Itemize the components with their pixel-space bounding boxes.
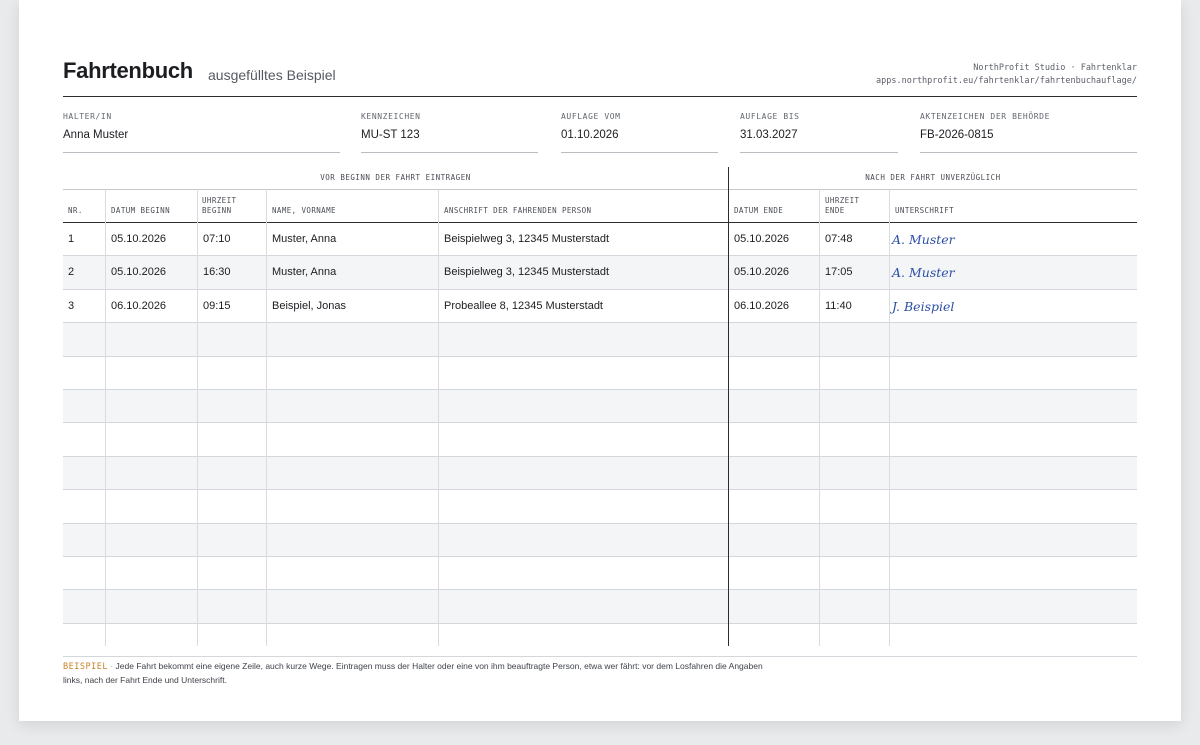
col-uhrzeit-ende-line1: UHRZEIT	[825, 196, 860, 205]
group-header-before: VOR BEGINN DER FAHRT EINTRAGEN	[63, 167, 728, 190]
cell-uhrzeit-beginn[interactable]: 16:30	[203, 256, 231, 288]
table-row	[63, 557, 1137, 591]
cell-nr[interactable]: 2	[68, 256, 74, 288]
field-value: 31.03.2027	[740, 129, 798, 141]
column-divider	[266, 189, 267, 647]
cell-datum-beginn[interactable]: 05.10.2026	[111, 223, 166, 255]
col-datum-beginn: DATUM BEGINN	[111, 206, 170, 215]
cell-anschrift[interactable]: Beispielweg 3, 12345 Musterstadt	[444, 256, 609, 288]
page-subtitle: ausgefülltes Beispiel	[208, 67, 336, 83]
cell-name[interactable]: Muster, Anna	[272, 256, 336, 288]
cell-name[interactable]: Beispiel, Jonas	[272, 290, 346, 322]
cell-datum-ende[interactable]: 06.10.2026	[734, 290, 789, 322]
field-value: FB-2026-0815	[920, 129, 994, 141]
field-auflage-vom[interactable]: AUFLAGE VOM 01.10.2026	[561, 112, 718, 153]
table-row	[63, 357, 1137, 390]
table-row	[63, 323, 1137, 357]
field-label: AUFLAGE BIS	[740, 112, 800, 121]
example-tag: BEISPIEL	[63, 662, 108, 672]
col-anschrift: ANSCHRIFT DER FAHRENDEN PERSON	[444, 206, 592, 215]
cell-unterschrift[interactable]: J. Beispiel	[892, 290, 954, 322]
cell-datum-beginn[interactable]: 05.10.2026	[111, 256, 166, 288]
cell-nr[interactable]: 3	[68, 290, 74, 322]
field-label: AUFLAGE VOM	[561, 112, 621, 121]
footer-text: Jede Fahrt bekommt eine eigene Zeile, au…	[63, 661, 763, 685]
column-divider	[197, 189, 198, 647]
footer-note: BEISPIEL · Jede Fahrt bekommt eine eigen…	[63, 660, 763, 687]
column-divider	[889, 189, 890, 647]
cell-uhrzeit-ende[interactable]: 07:48	[825, 223, 853, 255]
logbook-sheet: Fahrtenbuch ausgefülltes Beispiel NorthP…	[19, 0, 1181, 721]
table-row	[63, 423, 1137, 457]
table-row	[63, 389, 1137, 424]
brand-name: NorthProfit Studio · Fahrtenklar	[973, 63, 1137, 73]
col-uhrzeit-beginn-line1: UHRZEIT	[202, 196, 237, 205]
col-uhrzeit-beginn: UHRZEIT BEGINN	[202, 196, 236, 216]
field-halter[interactable]: HALTER/IN Anna Muster	[63, 112, 340, 153]
column-divider	[819, 189, 820, 647]
col-datum-ende: DATUM ENDE	[734, 206, 784, 215]
field-value: 01.10.2026	[561, 129, 619, 141]
table-row	[63, 590, 1137, 624]
header-fields: HALTER/IN Anna Muster KENNZEICHEN MU-ST …	[63, 112, 1137, 154]
column-divider	[438, 189, 439, 647]
table-row	[63, 456, 1137, 491]
table-row	[63, 523, 1137, 557]
field-auflage-bis[interactable]: AUFLAGE BIS 31.03.2027	[740, 112, 898, 153]
field-label: HALTER/IN	[63, 112, 112, 121]
cell-datum-ende[interactable]: 05.10.2026	[734, 256, 789, 288]
table-row	[63, 624, 1137, 658]
cell-nr[interactable]: 1	[68, 223, 74, 255]
group-header-after: NACH DER FAHRT UNVERZÜGLICH	[729, 167, 1137, 190]
page-header: Fahrtenbuch ausgefülltes Beispiel NorthP…	[63, 58, 1137, 97]
column-divider	[105, 189, 106, 647]
col-uhrzeit-beginn-line2: BEGINN	[202, 206, 232, 215]
page-title: Fahrtenbuch	[63, 58, 193, 83]
table-row: 3 06.10.2026 09:15 Beispiel, Jonas Probealle…	[63, 290, 1137, 324]
field-value: Anna Muster	[63, 129, 129, 141]
table-body: 1 05.10.2026 07:10 Muster, Anna Beispielweg …	[63, 223, 1137, 658]
cell-uhrzeit-ende[interactable]: 17:05	[825, 256, 853, 288]
cell-anschrift[interactable]: Beispielweg 3, 12345 Musterstadt	[444, 223, 609, 255]
cell-uhrzeit-ende[interactable]: 11:40	[825, 290, 852, 322]
col-unterschrift: UNTERSCHRIFT	[895, 206, 954, 215]
field-value: MU-ST 123	[361, 129, 420, 141]
col-uhrzeit-ende: UHRZEIT ENDE	[825, 196, 859, 216]
col-name: NAME, VORNAME	[272, 206, 336, 215]
cell-datum-beginn[interactable]: 06.10.2026	[111, 290, 166, 322]
cell-datum-ende[interactable]: 05.10.2026	[734, 223, 789, 255]
cell-name[interactable]: Muster, Anna	[272, 223, 336, 255]
col-uhrzeit-ende-line2: ENDE	[825, 206, 845, 215]
table-row: 1 05.10.2026 07:10 Muster, Anna Beispielweg …	[63, 223, 1137, 257]
field-label: AKTENZEICHEN DER BEHÖRDE	[920, 112, 1050, 121]
cell-uhrzeit-beginn[interactable]: 09:15	[203, 290, 231, 322]
separator-dot: ·	[110, 661, 114, 671]
cell-unterschrift[interactable]: A. Muster	[892, 223, 955, 255]
field-label: KENNZEICHEN	[361, 112, 421, 121]
brand-block: NorthProfit Studio · Fahrtenklar apps.no…	[876, 62, 1137, 88]
column-divider	[728, 167, 729, 647]
field-aktenzeichen[interactable]: AKTENZEICHEN DER BEHÖRDE FB-2026-0815	[920, 112, 1137, 153]
cell-unterschrift[interactable]: A. Muster	[892, 256, 955, 288]
brand-url: apps.northprofit.eu/fahrtenklar/fahrtenb…	[876, 76, 1137, 86]
table-row: 2 05.10.2026 16:30 Muster, Anna Beispielweg …	[63, 256, 1137, 290]
column-header-row: NR. DATUM BEGINN UHRZEIT BEGINN NAME, VO…	[63, 189, 1137, 223]
table-row	[63, 490, 1137, 524]
cell-uhrzeit-beginn[interactable]: 07:10	[203, 223, 231, 255]
cell-anschrift[interactable]: Probeallee 8, 12345 Musterstadt	[444, 290, 603, 322]
col-nr: NR.	[68, 206, 83, 215]
field-kennzeichen[interactable]: KENNZEICHEN MU-ST 123	[361, 112, 538, 153]
